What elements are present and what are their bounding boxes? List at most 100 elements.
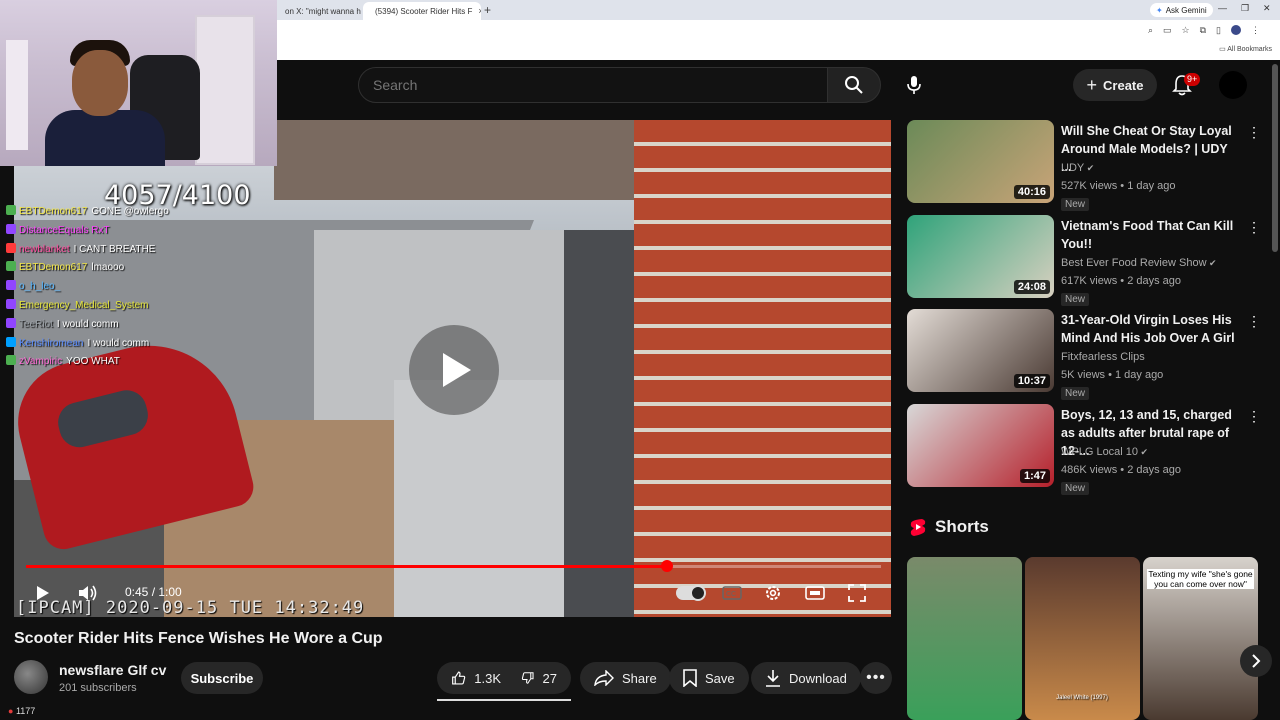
chat-message: o_h_leo_ — [6, 280, 64, 292]
download-icon — [766, 670, 780, 687]
chat-message: EBTDemon617 GONE @owlergo — [6, 205, 169, 217]
share-label: Share — [622, 670, 657, 686]
chat-username[interactable]: DistanceEquals RxT — [19, 225, 110, 236]
profile-icon[interactable] — [1231, 25, 1241, 35]
chevron-right-icon — [1252, 654, 1261, 668]
more-vertical-icon[interactable]: ⋮ — [1247, 313, 1261, 330]
create-button[interactable]: + Create — [1073, 69, 1157, 101]
chat-badge-icon — [6, 280, 16, 291]
recommended-video[interactable]: 24:08 Vietnam's Food That Can Kill You!! B… — [907, 215, 1262, 306]
new-badge: New — [1061, 387, 1090, 400]
save-button[interactable]: Save — [669, 662, 749, 694]
short-thumbnail[interactable] — [907, 557, 1022, 720]
video-title: Scooter Rider Hits Fence Wishes He Wore … — [14, 630, 383, 647]
autoplay-toggle[interactable] — [676, 585, 706, 601]
more-actions-button[interactable]: ••• — [860, 662, 892, 694]
verified-icon: ✔ — [1206, 258, 1217, 268]
page-scrollbar[interactable] — [1272, 64, 1278, 252]
ask-gemini-button[interactable]: ✦ Ask Gemini — [1150, 3, 1213, 17]
close-tab-icon[interactable]: × — [478, 6, 481, 16]
recommended-video[interactable]: 10:37 31-Year-Old Virgin Loses His Mind A… — [907, 309, 1262, 400]
search-input[interactable] — [359, 68, 827, 102]
more-vertical-icon[interactable]: ⋮ — [1247, 124, 1261, 141]
webcam-streamer — [72, 50, 128, 116]
chat-username[interactable]: newblanket — [19, 244, 70, 255]
video-thumbnail[interactable]: 10:37 — [907, 309, 1054, 392]
recommended-video[interactable]: 1:47 Boys, 12, 13 and 15, charged as adul… — [907, 404, 1262, 495]
sidepanel-icon[interactable]: ▯ — [1216, 25, 1221, 36]
chat-badge-icon — [6, 299, 16, 309]
play-pause-button[interactable] — [30, 582, 54, 604]
short-thumbnail[interactable]: Jaleel White (1997) — [1025, 557, 1140, 720]
search-box[interactable] — [358, 67, 828, 103]
recommended-channel[interactable]: Fitxfearless Clips — [1061, 351, 1145, 363]
play-icon — [443, 353, 471, 387]
recommended-video[interactable]: 40:16 Will She Cheat Or Stay Loyal Around… — [907, 120, 1262, 211]
like-button[interactable]: 1.3K — [437, 662, 515, 694]
video-thumbnail[interactable]: 24:08 — [907, 215, 1054, 298]
chat-text: YOO WHAT — [66, 356, 120, 368]
dislike-button[interactable]: 27 — [515, 662, 571, 694]
sparkle-icon: ✦ — [1156, 5, 1163, 15]
chat-message: Emergency_Medical_System — [6, 299, 153, 311]
more-vertical-icon[interactable]: ⋮ — [1247, 219, 1261, 236]
scrubber-handle[interactable] — [661, 560, 673, 572]
svg-text:CC: CC — [726, 591, 736, 598]
minimize-icon[interactable]: — — [1218, 3, 1227, 13]
chat-message: newblanket I CANT BREATHE — [6, 242, 155, 255]
subscribe-button[interactable]: Subscribe — [181, 662, 263, 694]
new-badge: New — [1061, 198, 1090, 211]
chat-username[interactable]: o_h_leo_ — [19, 281, 60, 292]
shorts-next-button[interactable] — [1240, 645, 1272, 677]
video-thumbnail[interactable]: 1:47 — [907, 404, 1054, 487]
chat-badge-icon — [6, 205, 16, 215]
channel-name[interactable]: newsflare Glf cv — [59, 662, 166, 678]
short-thumbnail[interactable]: Texting my wife "she's gone you can come… — [1143, 557, 1258, 720]
close-window-icon[interactable]: ✕ — [1263, 3, 1271, 14]
extensions-icon[interactable]: ⧉ — [1200, 25, 1206, 36]
restore-icon[interactable]: ❐ — [1241, 3, 1249, 14]
new-tab-icon[interactable]: + — [484, 3, 491, 17]
recommended-title[interactable]: Vietnam's Food That Can Kill You!! — [1061, 217, 1236, 253]
share-button[interactable]: Share — [580, 662, 671, 694]
chat-message: EBTDemon617 lmaooo — [6, 261, 124, 273]
theater-mode-button[interactable] — [804, 584, 826, 602]
star-icon[interactable]: ☆ — [1182, 25, 1190, 36]
recommended-channel[interactable]: WPLG Local 10 ✔ — [1061, 446, 1148, 458]
chat-text: lmaooo — [91, 262, 125, 274]
progress-bar-played — [26, 565, 667, 568]
video-thumbnail[interactable]: 40:16 — [907, 120, 1054, 203]
folder-icon: ▭ — [1219, 46, 1226, 53]
search-button[interactable] — [827, 67, 881, 103]
cast-icon[interactable]: ▭ — [1163, 25, 1172, 36]
chat-username[interactable]: zVampiric — [19, 356, 62, 367]
chat-username[interactable]: EBTDemon617 — [19, 262, 87, 273]
webcam-overlay — [0, 0, 277, 166]
channel-avatar[interactable] — [14, 660, 48, 694]
recommended-channel[interactable]: Best Ever Food Review Show ✔ — [1061, 257, 1217, 269]
captions-button[interactable]: CC — [720, 584, 744, 602]
subscriber-count: 201 subscribers — [59, 682, 137, 694]
recommended-meta: 617K views • 2 days ago — [1061, 275, 1182, 287]
tab-youtube[interactable]: (5394) Scooter Rider Hits F × — [363, 2, 481, 20]
theater-icon — [805, 586, 825, 600]
chat-username[interactable]: Emergency_Medical_System — [19, 300, 149, 311]
all-bookmarks-button[interactable]: ▭ All Bookmarks — [1219, 45, 1272, 53]
download-button[interactable]: Download — [751, 662, 861, 694]
zoom-icon[interactable]: ⌕ — [1148, 25, 1153, 36]
chat-username[interactable]: TeeRiot — [19, 319, 53, 330]
volume-button[interactable] — [76, 582, 100, 604]
chat-username[interactable]: Kenshiromean — [19, 338, 83, 349]
more-vertical-icon[interactable]: ⋮ — [1247, 408, 1261, 425]
tab-x-post[interactable]: on X: "might wanna h × — [277, 2, 363, 20]
chat-username[interactable]: EBTDemon617 — [19, 206, 87, 217]
settings-button[interactable] — [762, 582, 784, 604]
account-avatar[interactable] — [1219, 71, 1247, 99]
menu-icon[interactable]: ⋮ — [1251, 25, 1260, 36]
voice-search-button[interactable] — [898, 69, 930, 101]
recommended-channel[interactable]: UDY ✔ — [1061, 162, 1094, 174]
ipcam-timestamp: [IPCAM] 2020-09-15 TUE 14:32:49 — [16, 598, 365, 618]
fullscreen-button[interactable] — [846, 582, 868, 604]
play-button-large[interactable] — [409, 325, 499, 415]
recommended-title[interactable]: 31-Year-Old Virgin Loses His Mind And Hi… — [1061, 311, 1236, 347]
